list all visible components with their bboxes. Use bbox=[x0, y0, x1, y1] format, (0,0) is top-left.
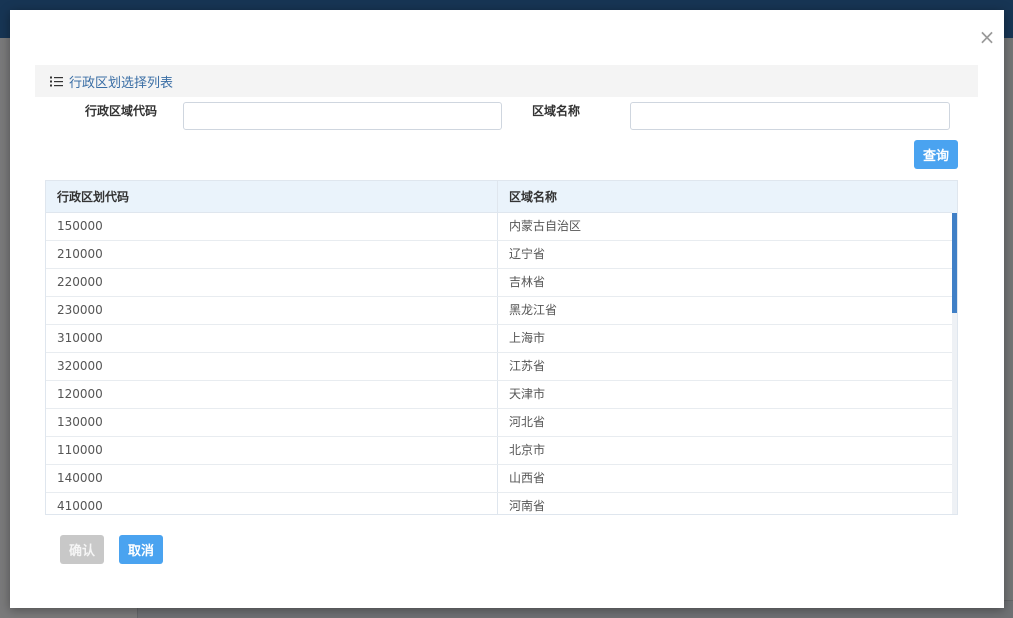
panel-title: 行政区划选择列表 bbox=[69, 75, 174, 91]
table-row[interactable]: 120000 天津市 bbox=[46, 381, 952, 409]
region-code-input[interactable] bbox=[183, 102, 502, 130]
region-name-input[interactable] bbox=[630, 102, 950, 130]
cell-region-name: 江苏省 bbox=[509, 359, 546, 373]
table-row[interactable]: 210000 辽宁省 bbox=[46, 241, 952, 269]
cell-region-code: 140000 bbox=[46, 465, 498, 492]
cell-region-name: 北京市 bbox=[509, 443, 546, 457]
table-row[interactable]: 320000 江苏省 bbox=[46, 353, 952, 381]
confirm-button[interactable]: 确认 bbox=[60, 535, 104, 564]
table-scrollbar[interactable] bbox=[952, 213, 957, 514]
table-row[interactable]: 140000 山西省 bbox=[46, 465, 952, 493]
cell-region-code: 320000 bbox=[46, 353, 498, 380]
cell-region-code: 220000 bbox=[46, 269, 498, 296]
cell-region-name: 内蒙古自治区 bbox=[509, 219, 582, 233]
cell-region-code: 110000 bbox=[46, 437, 498, 464]
cell-region-code: 130000 bbox=[46, 409, 498, 436]
region-select-dialog: × 行政区划选择列表 行政区域代码 区域名称 查询 行政区划代码 区域名称 15… bbox=[10, 10, 1004, 608]
table-body: 150000 内蒙古自治区 210000 辽宁省 220000 吉林省 230000 黑龙江省… bbox=[46, 213, 952, 514]
column-header-code[interactable]: 行政区划代码 bbox=[46, 181, 498, 212]
cell-region-name: 河南省 bbox=[509, 499, 546, 513]
table-row[interactable]: 150000 内蒙古自治区 bbox=[46, 213, 952, 241]
cell-region-name: 辽宁省 bbox=[509, 247, 546, 261]
header-scroll-spacer bbox=[952, 181, 957, 213]
cell-region-code: 310000 bbox=[46, 325, 498, 352]
cell-region-name: 上海市 bbox=[509, 331, 546, 345]
cell-region-name: 天津市 bbox=[509, 387, 546, 401]
cell-region-code: 410000 bbox=[46, 493, 498, 514]
region-code-label: 行政区域代码 bbox=[84, 104, 157, 118]
query-button[interactable]: 查询 bbox=[914, 140, 958, 169]
search-form: 行政区域代码 区域名称 bbox=[10, 102, 1004, 132]
table-row[interactable]: 110000 北京市 bbox=[46, 437, 952, 465]
cancel-button[interactable]: 取消 bbox=[119, 535, 163, 564]
cell-region-code: 150000 bbox=[46, 213, 498, 240]
table-row[interactable]: 410000 河南省 bbox=[46, 493, 952, 514]
table-row[interactable]: 130000 河北省 bbox=[46, 409, 952, 437]
scrollbar-thumb[interactable] bbox=[952, 213, 957, 313]
column-header-name[interactable]: 区域名称 bbox=[498, 181, 952, 212]
table-header: 行政区划代码 区域名称 bbox=[46, 181, 952, 213]
cell-region-code: 230000 bbox=[46, 297, 498, 324]
table-row[interactable]: 220000 吉林省 bbox=[46, 269, 952, 297]
cell-region-code: 120000 bbox=[46, 381, 498, 408]
region-name-label: 区域名称 bbox=[531, 104, 580, 118]
region-table: 行政区划代码 区域名称 150000 内蒙古自治区 210000 辽宁省 220000 吉… bbox=[45, 180, 958, 515]
panel-heading: 行政区划选择列表 bbox=[35, 65, 978, 97]
cell-region-name: 山西省 bbox=[509, 471, 546, 485]
close-icon[interactable]: × bbox=[978, 27, 996, 47]
cell-region-name: 吉林省 bbox=[509, 275, 546, 289]
table-row[interactable]: 310000 上海市 bbox=[46, 325, 952, 353]
cell-region-name: 黑龙江省 bbox=[509, 303, 558, 317]
cell-region-code: 210000 bbox=[46, 241, 498, 268]
table-row[interactable]: 230000 黑龙江省 bbox=[46, 297, 952, 325]
cell-region-name: 河北省 bbox=[509, 415, 546, 429]
list-icon bbox=[50, 76, 63, 86]
